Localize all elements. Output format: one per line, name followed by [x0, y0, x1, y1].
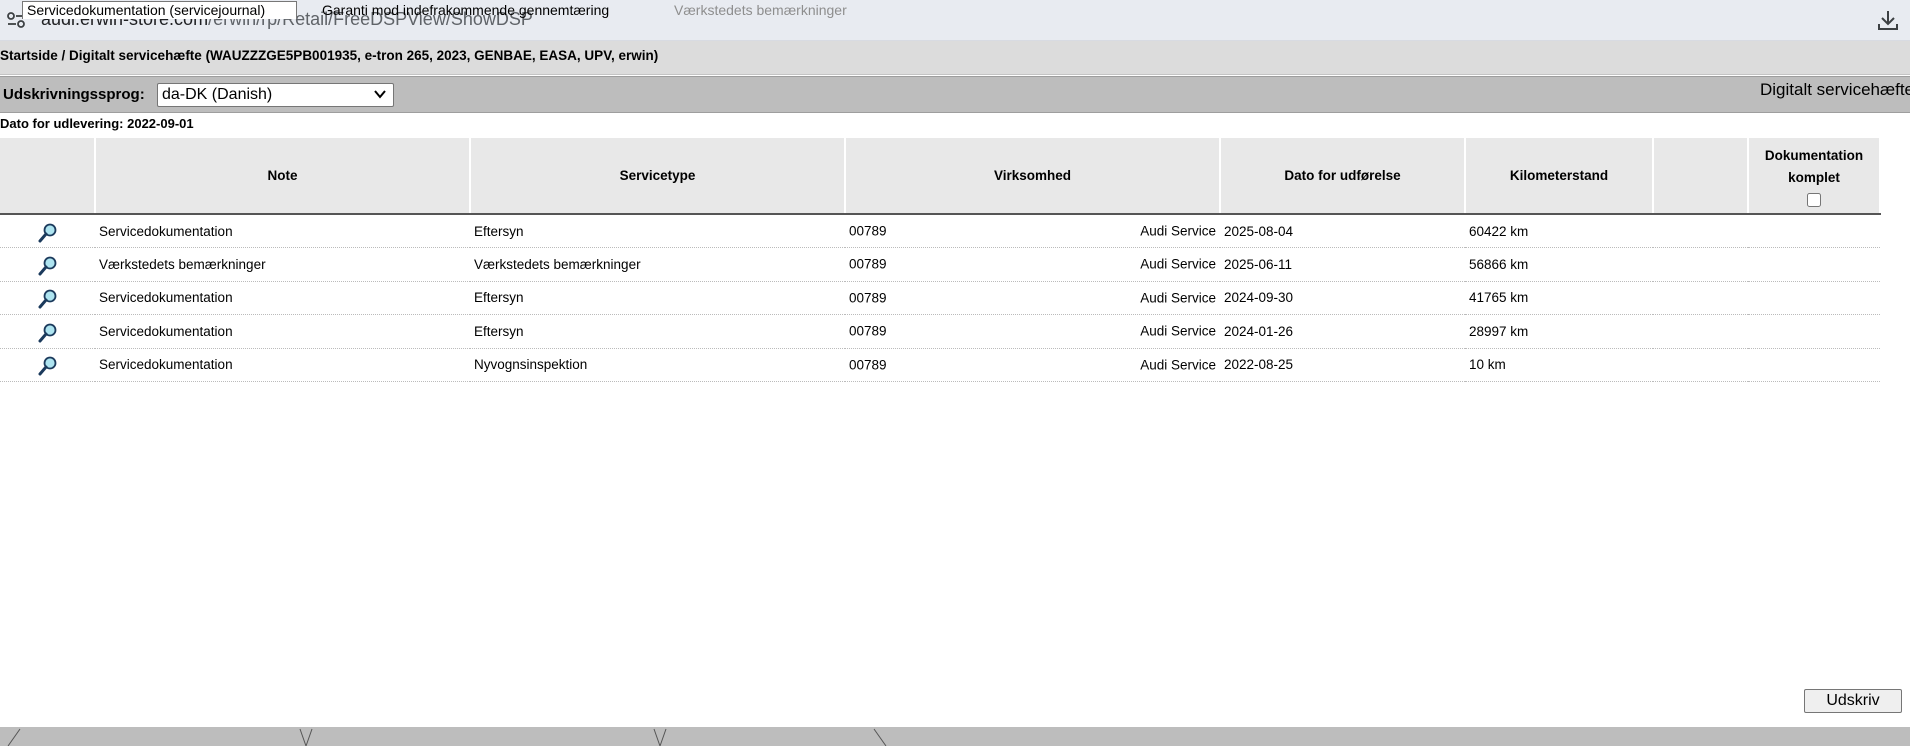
header-dato: Dato for udførelse: [1220, 138, 1466, 215]
table-row: Værkstedets bemærkninger Værkstedets bemæ…: [0, 247, 1880, 282]
header-km: Kilometerstand: [1465, 138, 1654, 215]
cell-note: Servicedokumentation: [95, 281, 470, 315]
tab-garanti[interactable]: Garanti mod indefrakommende gennemtæring: [318, 2, 658, 19]
header-servicetype: Servicetype: [470, 138, 846, 215]
cell-extra: [1653, 247, 1748, 282]
company-code: 00789: [849, 323, 887, 339]
cell-date: 2025-06-11: [1220, 247, 1465, 282]
row-view-cell: [0, 247, 95, 282]
language-label: Udskrivningssprog:: [3, 86, 145, 103]
cell-date: 2025-08-04: [1220, 214, 1465, 248]
header-doc-line1: Dokumentation: [1764, 147, 1864, 163]
magnifier-icon[interactable]: [37, 356, 59, 380]
company-name: Audi Service: [1140, 290, 1216, 306]
magnifier-icon[interactable]: [37, 223, 59, 247]
tab-vaerkstedets-bemaerkninger[interactable]: Værkstedets bemærkninger: [670, 2, 880, 19]
company-code: 00789: [849, 290, 887, 306]
cell-note: Værkstedets bemærkninger: [95, 247, 470, 282]
table-row: Servicedokumentation Eftersyn 00789 Audi Se…: [0, 314, 1880, 349]
doc-complete-checkbox[interactable]: [1807, 192, 1821, 207]
cell-km: 60422 km: [1465, 214, 1653, 248]
delivery-date: Dato for udlevering: 2022-09-01: [0, 116, 194, 131]
breadcrumb-bar: Startside / Digitalt servicehæfte (WAUZZ…: [0, 41, 1910, 75]
cell-km: 56866 km: [1465, 247, 1653, 282]
cell-doc-complete: [1748, 247, 1880, 282]
cell-note: Servicedokumentation: [95, 348, 470, 382]
download-icon[interactable]: [1876, 8, 1900, 32]
cell-doc-complete: [1748, 281, 1880, 315]
row-view-cell: [0, 348, 95, 382]
header-extra: [1653, 138, 1749, 215]
header-note: Note: [95, 138, 471, 215]
cell-date: 2024-01-26: [1220, 314, 1465, 349]
cell-km: 28997 km: [1465, 314, 1653, 349]
service-history-table: Note Servicetype Virksomhed Dato for udf…: [0, 138, 1881, 382]
cell-extra: [1653, 314, 1748, 349]
cell-doc-complete: [1748, 314, 1880, 349]
company-code: 00789: [849, 357, 887, 373]
cell-servicetype: Værkstedets bemærkninger: [470, 247, 845, 282]
cell-note: Servicedokumentation: [95, 214, 470, 248]
company-name: Audi Service: [1140, 357, 1216, 373]
tab-separator-icon: [873, 728, 887, 746]
table-row: Servicedokumentation Nyvognsinspektion 007…: [0, 348, 1880, 382]
cell-extra: [1653, 348, 1748, 382]
cell-servicetype: Nyvognsinspektion: [470, 348, 845, 382]
magnifier-icon[interactable]: [37, 256, 59, 280]
cell-note: Servicedokumentation: [95, 314, 470, 349]
tab-separator-icon: [7, 728, 21, 746]
header-view: [0, 138, 96, 215]
cell-virksomhed: 00789 Audi Service: [845, 348, 1220, 382]
tab-separator-icon: [653, 728, 667, 746]
company-code: 00789: [849, 223, 887, 239]
tab-strip: [0, 727, 1910, 746]
language-select[interactable]: da-DK (Danish): [157, 83, 394, 107]
cell-virksomhed: 00789 Audi Service: [845, 247, 1220, 282]
table-row: Servicedokumentation Eftersyn 00789 Audi Se…: [0, 214, 1880, 248]
table-row: Servicedokumentation Eftersyn 00789 Audi Se…: [0, 281, 1880, 315]
cell-virksomhed: 00789 Audi Service: [845, 281, 1220, 315]
cell-doc-complete: [1748, 214, 1880, 248]
company-name: Audi Service: [1140, 223, 1216, 239]
cell-extra: [1653, 214, 1748, 248]
company-name: Audi Service: [1140, 256, 1216, 272]
tab-separator-icon: [299, 728, 313, 746]
cell-km: 10 km: [1465, 348, 1653, 382]
cell-servicetype: Eftersyn: [470, 314, 845, 349]
header-doc-complete: Dokumentation komplet: [1748, 138, 1881, 215]
company-code: 00789: [849, 256, 887, 272]
table-header-row: Note Servicetype Virksomhed Dato for udf…: [0, 138, 1881, 215]
tab-servicedokumentation[interactable]: Servicedokumentation (servicejournal): [22, 1, 297, 19]
row-view-cell: [0, 314, 95, 349]
magnifier-icon[interactable]: [37, 323, 59, 347]
cell-extra: [1653, 281, 1748, 315]
cell-date: 2022-08-25: [1220, 348, 1465, 382]
company-name: Audi Service: [1140, 323, 1216, 339]
row-view-cell: [0, 214, 95, 248]
header-doc-line2: komplet: [1788, 169, 1840, 185]
cell-km: 41765 km: [1465, 281, 1653, 315]
header-virksomhed: Virksomhed: [845, 138, 1221, 215]
cell-servicetype: Eftersyn: [470, 281, 845, 315]
cell-virksomhed: 00789 Audi Service: [845, 314, 1220, 349]
row-view-cell: [0, 281, 95, 315]
cell-servicetype: Eftersyn: [470, 214, 845, 248]
cell-doc-complete: [1748, 348, 1880, 382]
cell-virksomhed: 00789 Audi Service: [845, 214, 1220, 248]
cell-date: 2024-09-30: [1220, 281, 1465, 315]
magnifier-icon[interactable]: [37, 289, 59, 313]
chevron-down-icon: [373, 87, 387, 101]
print-button[interactable]: Udskriv: [1804, 689, 1902, 713]
page-heading: Digitalt servicehæfte: [1760, 80, 1910, 99]
breadcrumb[interactable]: Startside / Digitalt servicehæfte (WAUZZ…: [0, 48, 658, 63]
language-bar: Udskrivningssprog: da-DK (Danish) Digita…: [0, 76, 1910, 113]
language-selected-value: da-DK (Danish): [162, 86, 273, 103]
